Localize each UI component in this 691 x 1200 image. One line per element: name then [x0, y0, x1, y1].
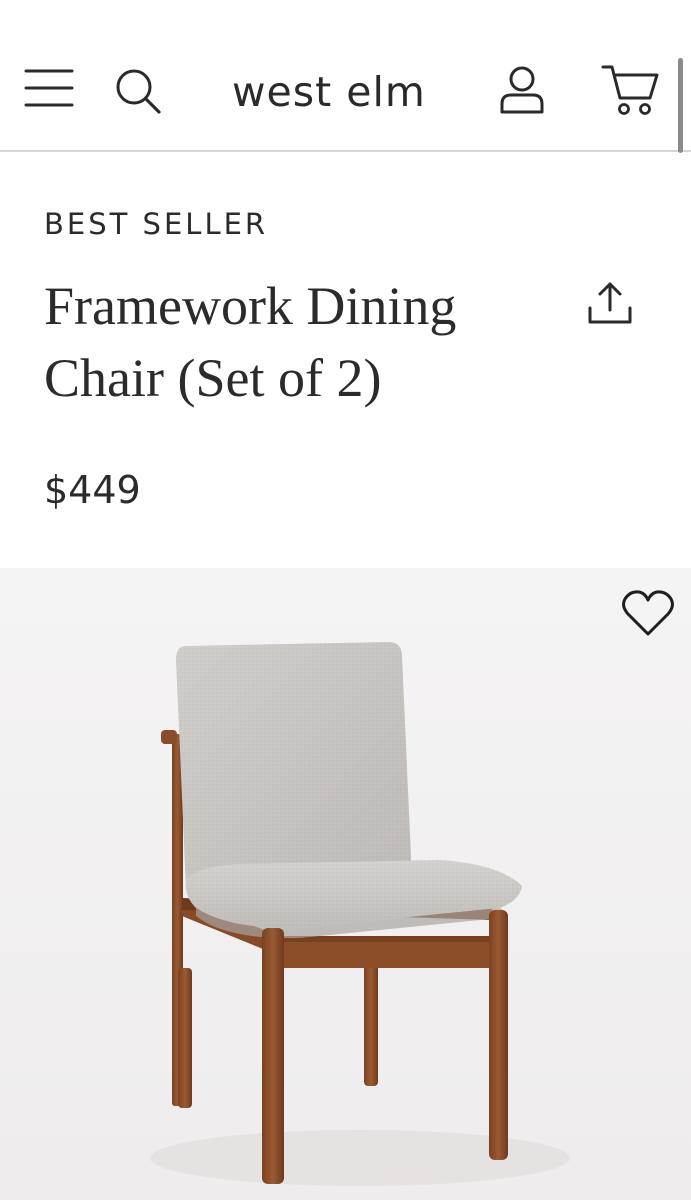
menu-button[interactable]: [24, 65, 74, 111]
search-icon: [116, 69, 161, 114]
product-image: [0, 568, 691, 1200]
heart-icon: [622, 590, 674, 636]
product-image-gallery[interactable]: [0, 568, 691, 1200]
shopping-cart-icon: [601, 65, 659, 115]
account-button[interactable]: [496, 64, 548, 116]
share-button[interactable]: [584, 280, 636, 330]
scrollbar[interactable]: [678, 58, 683, 153]
best-seller-badge: BEST SELLER: [44, 207, 269, 241]
site-logo[interactable]: west elm: [232, 66, 432, 118]
user-account-icon: [500, 66, 544, 114]
wishlist-button[interactable]: [619, 588, 677, 640]
share-upload-icon: [588, 282, 632, 324]
hamburger-menu-icon: [24, 69, 74, 107]
search-button[interactable]: [112, 66, 164, 116]
product-title: Framework Dining Chair (Set of 2): [44, 276, 457, 408]
site-header: west elm: [0, 0, 691, 153]
cart-button[interactable]: [600, 62, 662, 118]
product-price: $449: [44, 468, 141, 512]
